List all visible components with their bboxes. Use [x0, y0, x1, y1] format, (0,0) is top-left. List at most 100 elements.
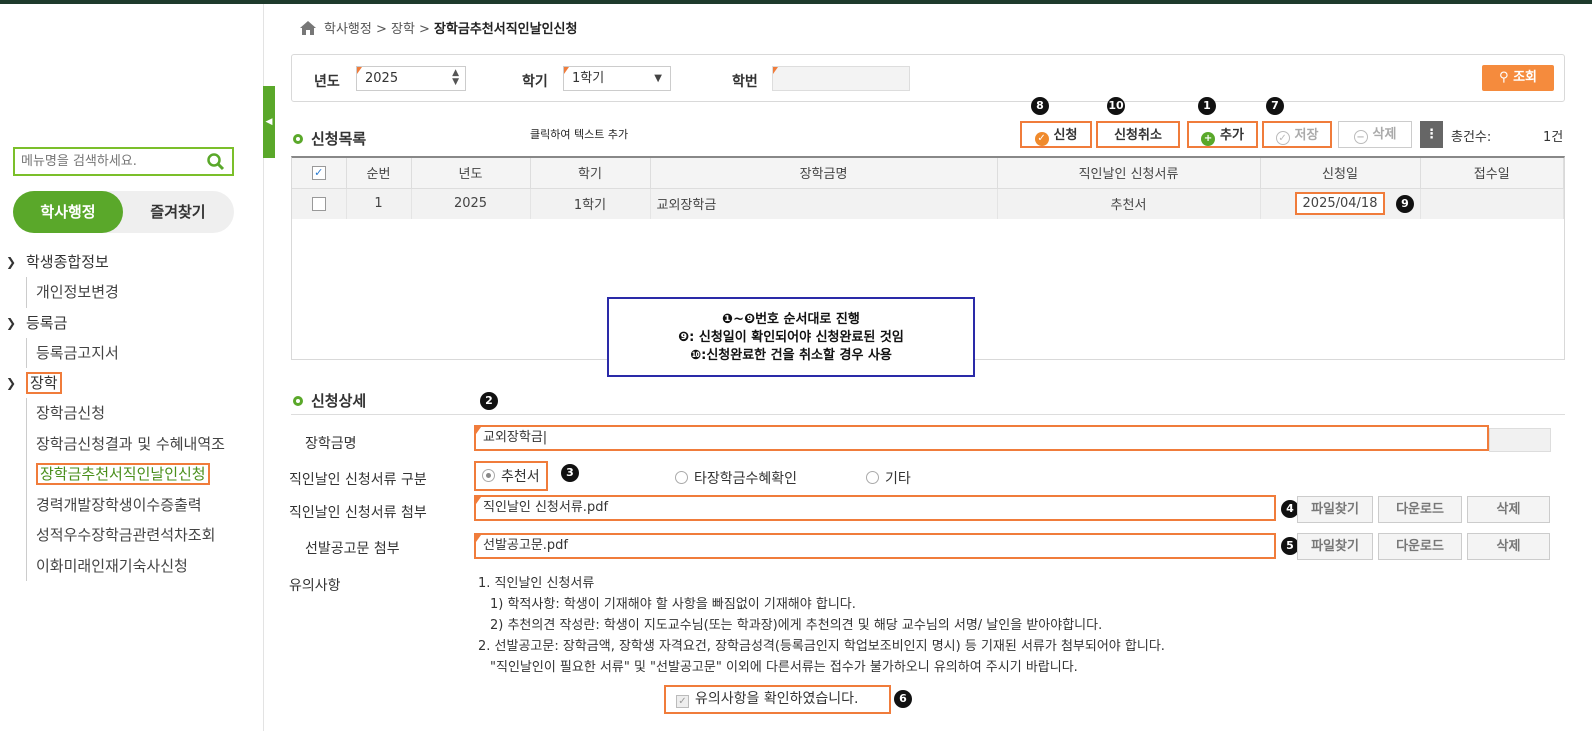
menu-group-label: 장학	[26, 372, 62, 394]
caution-line: 2. 선발공고문: 장학금액, 장학생 자격요건, 장학금성격(등록금인지 학업…	[478, 639, 1165, 654]
radio-label: 기타	[885, 471, 911, 487]
menu-item-personal-info[interactable]: 개인정보변경	[26, 277, 262, 308]
apply-button[interactable]: ✓ 신청	[1020, 121, 1092, 148]
table-row[interactable]: 1 2025 1학기 교외장학금 추천서 2025/04/18	[292, 188, 1564, 219]
menu-group-student-info[interactable]: ❯ 학생종합정보	[4, 247, 262, 277]
menu-item-scholarship-result[interactable]: 장학금신청결과 및 수혜내역조	[26, 428, 262, 459]
menu-item-grade-rank[interactable]: 성적우수장학금관련석차조회	[26, 520, 262, 551]
step-marker-2: 2	[480, 392, 498, 410]
select-all-checkbox[interactable]: ✓	[311, 165, 326, 180]
checkbox[interactable]: ✓	[676, 695, 689, 708]
term-select[interactable]: 1학기 ▼	[563, 66, 671, 91]
radio-label: 추천서	[501, 469, 540, 485]
minus-circle-icon: −	[1353, 130, 1368, 144]
row-checkbox[interactable]	[311, 196, 326, 211]
radio-other-scholarship[interactable]: 타장학금수혜확인	[675, 468, 797, 488]
cell-term: 1학기	[530, 188, 651, 219]
sidebar-collapse-toggle[interactable]: ◀	[263, 86, 275, 158]
list-section-title: 신청목록	[293, 128, 366, 149]
total-count-label: 총건수:	[1451, 130, 1492, 145]
download-button[interactable]: 다운로드	[1378, 496, 1462, 523]
save-button[interactable]: ✓ 저장	[1262, 121, 1332, 148]
year-stepper[interactable]: 2025 ▲ ▼	[356, 66, 466, 91]
radio-button[interactable]	[482, 469, 495, 482]
caution-line: "직인날인이 필요한 서류" 및 "선발공고문" 이외에 다른서류는 접수가 불…	[490, 660, 1078, 675]
add-button[interactable]: + 추가	[1187, 121, 1258, 148]
spinner-icon[interactable]: ▲ ▼	[452, 69, 459, 87]
apply-date-value: 2025/04/18	[1294, 192, 1386, 216]
column-header: 접수일	[1420, 158, 1564, 189]
add-label: 추가	[1220, 128, 1244, 143]
delete-file-button[interactable]: 삭제	[1467, 533, 1550, 560]
find-file-button[interactable]: 파일찾기	[1297, 533, 1373, 560]
plus-circle-icon: +	[1201, 132, 1216, 146]
menu-item-label: 등록금고지서	[36, 343, 119, 362]
menu-group-scholarship[interactable]: ❯ 장학	[4, 368, 262, 398]
bullet-icon	[293, 134, 303, 144]
caution-line: 1. 직인날인 신청서류	[478, 576, 595, 591]
select-all-header[interactable]: ✓	[292, 158, 347, 189]
column-header: 신청일	[1260, 158, 1421, 189]
notice-field[interactable]: 선발공고문.pdf	[474, 533, 1276, 559]
menu-search-input[interactable]	[21, 149, 201, 173]
detail-title-text: 신청상세	[311, 392, 367, 410]
menu-item-tuition-bill[interactable]: 등록금고지서	[26, 337, 262, 368]
menu-item-scholarship-apply[interactable]: 장학금신청	[26, 398, 262, 429]
menu-search[interactable]	[13, 147, 234, 176]
menu-item-label: 장학금추천서직인날인신청	[36, 463, 210, 485]
guide-annotation-box: ❶~❾번호 순서대로 진행 ❾: 신청일이 확인되어야 신청완료된 것임 ❿:신…	[607, 297, 975, 377]
required-mark	[476, 497, 481, 504]
home-icon[interactable]	[300, 21, 316, 35]
search-icon[interactable]	[206, 152, 226, 172]
caution-notes: 1. 직인날인 신청서류 1) 학적사항: 학생이 기재해야 할 사항을 빠짐없…	[478, 573, 1165, 678]
detail-section-title: 신청상세	[293, 390, 366, 411]
confirm-label: 유의사항을 확인하였습니다.	[695, 691, 859, 707]
radio-button[interactable]	[866, 471, 879, 484]
required-mark	[476, 427, 481, 434]
menu-item-career-certificate[interactable]: 경력개발장학생이수증출력	[26, 489, 262, 520]
menu-item-label: 경력개발장학생이수증출력	[36, 495, 202, 514]
guide-line: ❿:신청완료한 건을 취소할 경우 사용	[690, 348, 892, 363]
cell-receipt-date	[1420, 188, 1564, 219]
caution-confirm-checkbox[interactable]: ✓ 유의사항을 확인하였습니다.	[664, 685, 891, 714]
term-label: 학기	[522, 74, 548, 90]
breadcrumb-current: 장학금추천서직인날인신청	[433, 22, 578, 37]
column-header: 년도	[411, 158, 531, 189]
query-button[interactable]: ⚲ 조회	[1482, 65, 1554, 91]
menu-item-label: 이화미래인재기숙사신청	[36, 556, 188, 575]
tab-favorites[interactable]: 즐겨찾기	[123, 191, 233, 233]
radio-recommendation[interactable]: 추천서	[474, 461, 548, 491]
cell-scholarship-name: 교외장학금	[650, 188, 998, 219]
student-id-field[interactable]	[772, 66, 910, 91]
document-type-label: 직인날인 신청서류 구분	[289, 472, 427, 488]
row-select-cell[interactable]	[292, 188, 347, 219]
menu-item-label: 장학금신청	[36, 404, 106, 422]
search-filter: 년도 2025 ▲ ▼ 학기 1학기 ▼ 학번 ⚲ 조회	[291, 54, 1565, 102]
year-label: 년도	[314, 74, 340, 90]
cancel-apply-button[interactable]: 신청취소	[1096, 121, 1180, 148]
find-file-button[interactable]: 파일찾기	[1297, 496, 1373, 523]
tab-academic-admin[interactable]: 학사행정	[13, 191, 123, 233]
list-title-text: 신청목록	[311, 130, 367, 148]
radio-button[interactable]	[675, 471, 688, 484]
bullet-icon	[293, 396, 303, 406]
query-button-label: 조회	[1513, 70, 1537, 85]
delete-label: 삭제	[1372, 127, 1397, 142]
menu-group-tuition[interactable]: ❯ 등록금	[4, 308, 262, 338]
attachment-field[interactable]: 직인날인 신청서류.pdf	[474, 495, 1276, 521]
more-options-icon[interactable]: ⋮	[1420, 121, 1443, 148]
student-id-label: 학번	[732, 74, 758, 90]
chevron-down-icon: ❯	[6, 376, 17, 390]
check-circle-icon: ✓	[1275, 131, 1290, 145]
delete-file-button[interactable]: 삭제	[1467, 496, 1550, 523]
download-button[interactable]: 다운로드	[1378, 533, 1462, 560]
delete-button[interactable]: − 삭제	[1338, 121, 1412, 148]
column-header: 직인날인 신청서류	[997, 158, 1261, 189]
menu-item-recommendation-seal[interactable]: 장학금추천서직인날인신청	[26, 459, 262, 490]
menu-item-label: 성적우수장학금관련석차조회	[36, 526, 216, 544]
breadcrumb-path: 학사행정 > 장학 >	[324, 22, 430, 37]
menu-item-dormitory[interactable]: 이화미래인재기숙사신청	[26, 550, 262, 581]
scholarship-name-input[interactable]: 교외장학금|	[474, 425, 1489, 451]
attachment-label: 직인날인 신청서류 첨부	[289, 505, 427, 521]
radio-etc[interactable]: 기타	[866, 468, 911, 488]
